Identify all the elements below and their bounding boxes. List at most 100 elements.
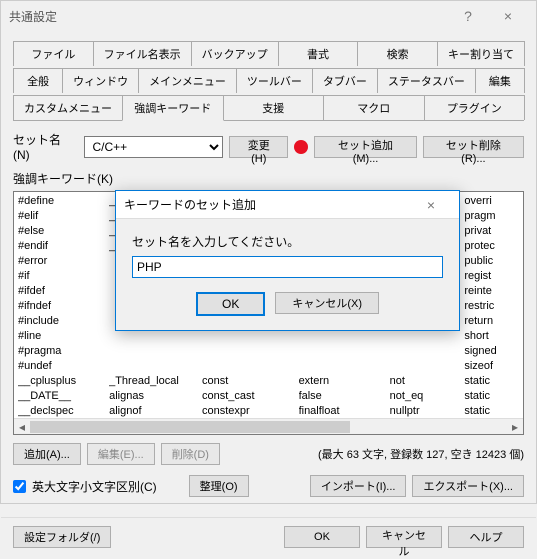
list-item[interactable]: regist bbox=[464, 269, 519, 284]
list-item[interactable]: __cplusplus bbox=[18, 374, 109, 389]
list-item[interactable] bbox=[202, 329, 299, 344]
list-item[interactable]: switch bbox=[464, 434, 519, 435]
tab-ウィンドウ[interactable]: ウィンドウ bbox=[62, 68, 139, 93]
delete-keyword-button[interactable]: 削除(D) bbox=[161, 443, 220, 465]
list-item[interactable]: alignof bbox=[109, 404, 202, 419]
tab-編集[interactable]: 編集 bbox=[475, 68, 525, 93]
scrollbar-thumb[interactable] bbox=[30, 421, 350, 433]
modal-close-icon[interactable]: × bbox=[411, 197, 451, 213]
horizontal-scrollbar[interactable]: ◂ ▸ bbox=[14, 418, 523, 434]
list-item[interactable]: alignas bbox=[109, 389, 202, 404]
list-item[interactable] bbox=[299, 329, 390, 344]
list-item[interactable]: static bbox=[464, 374, 519, 389]
scroll-right-icon[interactable]: ▸ bbox=[507, 419, 523, 435]
organize-button[interactable]: 整理(O) bbox=[189, 475, 249, 497]
set-delete-button[interactable]: セット削除(R)... bbox=[423, 136, 524, 158]
import-button[interactable]: インポート(I)... bbox=[310, 475, 407, 497]
tab-プラグイン[interactable]: プラグイン bbox=[424, 95, 526, 120]
tab-マクロ[interactable]: マクロ bbox=[323, 95, 425, 120]
list-item[interactable]: restric bbox=[464, 299, 519, 314]
list-item[interactable] bbox=[109, 344, 202, 359]
list-item[interactable]: static bbox=[464, 404, 519, 419]
list-item[interactable]: const_cast bbox=[202, 389, 299, 404]
list-item[interactable]: decltypedefault bbox=[202, 434, 299, 435]
list-item[interactable]: #endif bbox=[18, 239, 109, 254]
tab-キー割り当て[interactable]: キー割り当て bbox=[437, 41, 525, 66]
set-add-button[interactable]: セット追加(M)... bbox=[314, 136, 416, 158]
list-item[interactable]: protec bbox=[464, 239, 519, 254]
list-item[interactable]: extern bbox=[299, 374, 390, 389]
list-item[interactable] bbox=[202, 344, 299, 359]
tab-書式[interactable]: 書式 bbox=[278, 41, 359, 66]
modal-cancel-button[interactable]: キャンセル(X) bbox=[275, 292, 379, 314]
tab-検索[interactable]: 検索 bbox=[357, 41, 438, 66]
case-sensitive-label[interactable]: 英大文字小文字区別(C) bbox=[32, 478, 157, 495]
help-icon[interactable]: ? bbox=[448, 8, 488, 24]
list-item[interactable]: not bbox=[390, 374, 465, 389]
ok-button[interactable]: OK bbox=[284, 526, 360, 548]
list-item[interactable]: false bbox=[299, 389, 390, 404]
tab-ファイル[interactable]: ファイル bbox=[13, 41, 94, 66]
list-item[interactable]: finalfloat bbox=[299, 404, 390, 419]
list-item[interactable]: __DATE__ bbox=[18, 389, 109, 404]
list-item[interactable] bbox=[390, 359, 465, 374]
list-item[interactable]: and_eq bbox=[109, 434, 202, 435]
case-sensitive-checkbox[interactable] bbox=[13, 480, 26, 493]
list-item[interactable]: #define bbox=[18, 194, 109, 209]
list-item[interactable]: short bbox=[464, 329, 519, 344]
list-item[interactable]: #include bbox=[18, 314, 109, 329]
list-item[interactable]: return bbox=[464, 314, 519, 329]
list-item[interactable]: pragm bbox=[464, 209, 519, 224]
list-item[interactable]: nullptr bbox=[390, 404, 465, 419]
list-item[interactable]: privat bbox=[464, 224, 519, 239]
tab-全般[interactable]: 全般 bbox=[13, 68, 63, 93]
list-item[interactable] bbox=[390, 344, 465, 359]
set-name-input[interactable] bbox=[132, 256, 443, 278]
tab-タブバー[interactable]: タブバー bbox=[312, 68, 378, 93]
list-item[interactable] bbox=[390, 329, 465, 344]
list-item[interactable] bbox=[202, 359, 299, 374]
cancel-button[interactable]: キャンセル bbox=[366, 526, 442, 548]
list-item[interactable]: sizeof bbox=[464, 359, 519, 374]
list-item[interactable]: #else bbox=[18, 224, 109, 239]
change-button[interactable]: 変更(H) bbox=[229, 136, 288, 158]
list-item[interactable]: _Thread_local bbox=[109, 374, 202, 389]
export-button[interactable]: エクスポート(X)... bbox=[412, 475, 524, 497]
tab-強調キーワード[interactable]: 強調キーワード bbox=[122, 95, 224, 121]
list-item[interactable]: friend bbox=[299, 434, 390, 435]
tab-バックアップ[interactable]: バックアップ bbox=[191, 41, 279, 66]
tab-ツールバー[interactable]: ツールバー bbox=[236, 68, 313, 93]
list-item[interactable]: or bbox=[390, 434, 465, 435]
list-item[interactable]: constexpr bbox=[202, 404, 299, 419]
list-item[interactable]: #elif bbox=[18, 209, 109, 224]
list-item[interactable]: const bbox=[202, 374, 299, 389]
tab-カスタムメニュー[interactable]: カスタムメニュー bbox=[13, 95, 123, 120]
list-item[interactable]: not_eq bbox=[390, 389, 465, 404]
list-item[interactable]: signed bbox=[464, 344, 519, 359]
settings-folder-button[interactable]: 設定フォルダ(/) bbox=[13, 526, 111, 548]
list-item[interactable]: #pragma bbox=[18, 344, 109, 359]
list-item[interactable]: #ifndef bbox=[18, 299, 109, 314]
list-item[interactable]: __declspec bbox=[18, 404, 109, 419]
list-item[interactable]: reinte bbox=[464, 284, 519, 299]
scroll-left-icon[interactable]: ◂ bbox=[14, 419, 30, 435]
tab-支援[interactable]: 支援 bbox=[223, 95, 325, 120]
help-button[interactable]: ヘルプ bbox=[448, 526, 524, 548]
list-item[interactable] bbox=[109, 359, 202, 374]
list-item[interactable]: #line bbox=[18, 329, 109, 344]
list-item[interactable]: #undef bbox=[18, 359, 109, 374]
tab-メインメニュー[interactable]: メインメニュー bbox=[138, 68, 237, 93]
edit-keyword-button[interactable]: 編集(E)... bbox=[87, 443, 155, 465]
tab-ファイル名表示[interactable]: ファイル名表示 bbox=[93, 41, 192, 66]
list-item[interactable]: static bbox=[464, 389, 519, 404]
list-item[interactable] bbox=[299, 344, 390, 359]
list-item[interactable] bbox=[299, 359, 390, 374]
tab-ステータスバー[interactable]: ステータスバー bbox=[377, 68, 476, 93]
list-item[interactable]: #ifdef bbox=[18, 284, 109, 299]
list-item[interactable]: overri bbox=[464, 194, 519, 209]
close-icon[interactable]: × bbox=[488, 8, 528, 24]
list-item[interactable]: #if bbox=[18, 269, 109, 284]
add-keyword-button[interactable]: 追加(A)... bbox=[13, 443, 81, 465]
list-item[interactable]: __func__ bbox=[18, 434, 109, 435]
list-item[interactable] bbox=[109, 329, 202, 344]
